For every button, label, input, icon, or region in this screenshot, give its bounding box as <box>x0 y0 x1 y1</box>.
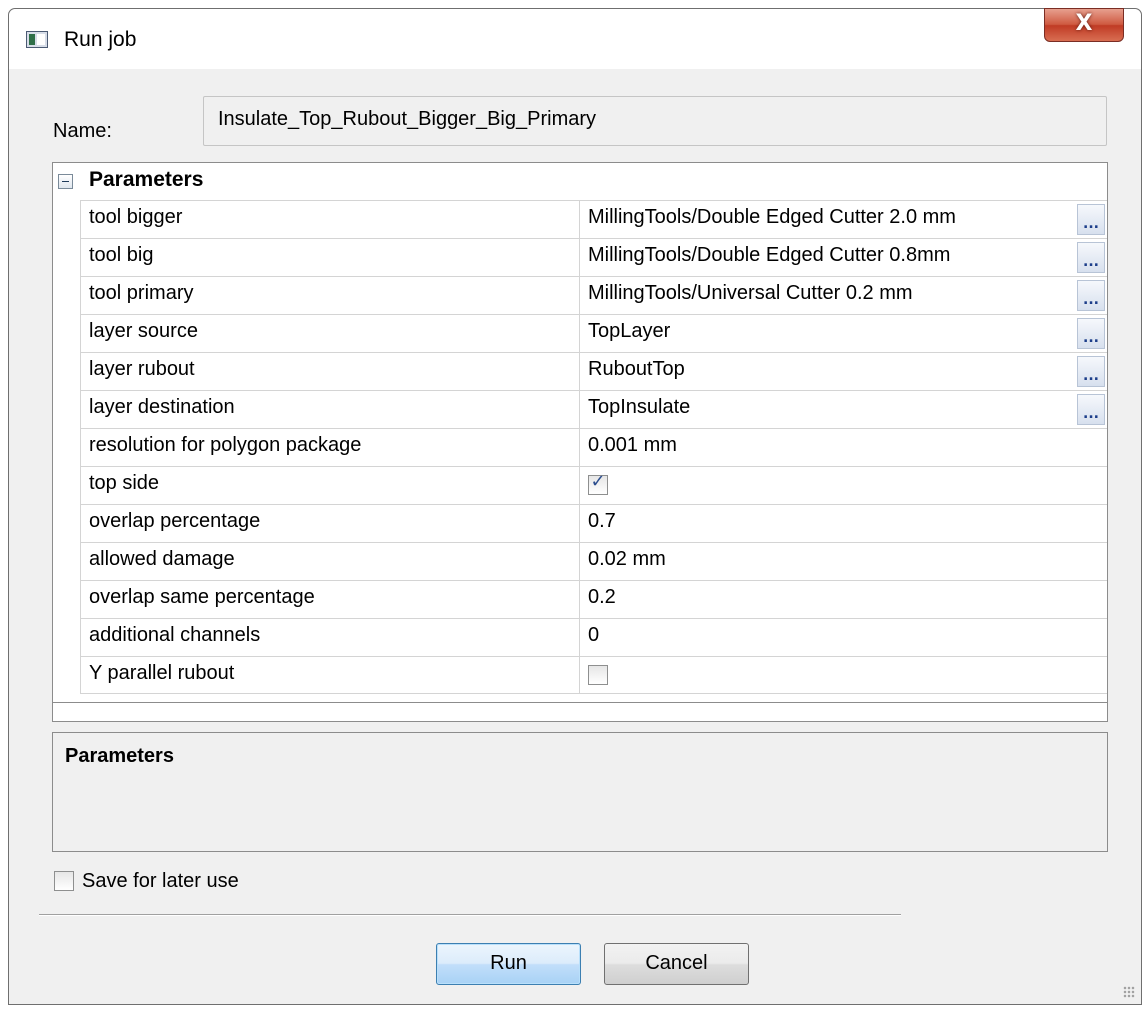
save-for-later-label[interactable]: Save for later use <box>82 870 239 893</box>
name-label: Name: <box>53 120 112 142</box>
browse-button[interactable]: ... <box>1077 356 1105 387</box>
parameter-name: Y parallel rubout <box>80 657 580 694</box>
parameters-group-header: Parameters <box>53 163 1107 200</box>
name-field[interactable]: Insulate_Top_Rubout_Bigger_Big_Primary <box>203 96 1107 146</box>
parameter-name: allowed damage <box>80 543 580 580</box>
title-bar: Run job X <box>9 8 1141 69</box>
parameter-row-y-parallel-rubout[interactable]: Y parallel rubout <box>80 656 1107 694</box>
checkmark-icon: ✓ <box>590 471 606 492</box>
parameter-value[interactable]: 0 <box>580 619 1107 656</box>
parameter-name: layer destination <box>80 391 580 428</box>
parameter-value[interactable]: MillingTools/Double Edged Cutter 2.0 mm <box>580 201 1107 238</box>
parameter-value[interactable]: TopLayer <box>580 315 1107 352</box>
parameter-value[interactable]: 0.7 <box>580 505 1107 542</box>
parameters-group-title: Parameters <box>89 168 204 191</box>
parameter-value <box>580 657 1107 694</box>
description-panel: Parameters <box>52 732 1108 852</box>
browse-button[interactable]: ... <box>1077 204 1105 235</box>
parameter-rows: tool bigger MillingTools/Double Edged Cu… <box>80 200 1107 694</box>
parameter-row-tool-bigger[interactable]: tool bigger MillingTools/Double Edged Cu… <box>80 200 1107 238</box>
browse-button[interactable]: ... <box>1077 394 1105 425</box>
parameter-name: tool big <box>80 239 580 276</box>
parameter-value: ✓ <box>580 467 1107 504</box>
separator <box>39 914 901 916</box>
parameter-row-tool-primary[interactable]: tool primary MillingTools/Universal Cutt… <box>80 276 1107 314</box>
close-button[interactable]: X <box>1044 8 1124 42</box>
parameters-table: Parameters tool bigger MillingTools/Doub… <box>52 162 1108 722</box>
parameter-value[interactable]: 0.001 mm <box>580 429 1107 466</box>
parameter-row-overlap-same-percentage[interactable]: overlap same percentage 0.2 <box>80 580 1107 618</box>
parameter-value[interactable]: MillingTools/Double Edged Cutter 0.8mm <box>580 239 1107 276</box>
window-title: Run job <box>64 28 137 51</box>
parameter-row-resolution[interactable]: resolution for polygon package 0.001 mm <box>80 428 1107 466</box>
parameter-name: overlap percentage <box>80 505 580 542</box>
parameter-row-top-side[interactable]: top side ✓ <box>80 466 1107 504</box>
parameter-value[interactable]: 0.02 mm <box>580 543 1107 580</box>
parameter-row-tool-big[interactable]: tool big MillingTools/Double Edged Cutte… <box>80 238 1107 276</box>
parameter-value[interactable]: 0.2 <box>580 581 1107 618</box>
collapse-icon[interactable] <box>58 174 73 189</box>
top-side-checkbox[interactable]: ✓ <box>588 471 608 495</box>
parameter-row-layer-destination[interactable]: layer destination TopInsulate ... <box>80 390 1107 428</box>
description-title: Parameters <box>65 745 174 767</box>
resize-grip-icon[interactable] <box>1123 986 1135 998</box>
run-button[interactable]: Run <box>436 943 581 985</box>
y-parallel-rubout-checkbox[interactable] <box>588 665 608 685</box>
parameter-value[interactable]: MillingTools/Universal Cutter 0.2 mm <box>580 277 1107 314</box>
parameter-name: top side <box>80 467 580 504</box>
parameter-row-allowed-damage[interactable]: allowed damage 0.02 mm <box>80 542 1107 580</box>
parameter-name: tool bigger <box>80 201 580 238</box>
parameter-row-layer-rubout[interactable]: layer rubout RuboutTop ... <box>80 352 1107 390</box>
table-footer <box>53 702 1107 723</box>
save-for-later-checkbox[interactable] <box>54 871 74 891</box>
parameter-name: layer source <box>80 315 580 352</box>
parameter-name: resolution for polygon package <box>80 429 580 466</box>
close-icon: X <box>1075 11 1093 36</box>
parameter-row-layer-source[interactable]: layer source TopLayer ... <box>80 314 1107 352</box>
parameter-name: layer rubout <box>80 353 580 390</box>
parameter-row-additional-channels[interactable]: additional channels 0 <box>80 618 1107 656</box>
parameter-row-overlap-percentage[interactable]: overlap percentage 0.7 <box>80 504 1107 542</box>
browse-button[interactable]: ... <box>1077 318 1105 349</box>
parameter-value[interactable]: RuboutTop <box>580 353 1107 390</box>
app-icon <box>26 31 48 48</box>
cancel-button[interactable]: Cancel <box>604 943 749 985</box>
parameter-value[interactable]: TopInsulate <box>580 391 1107 428</box>
run-job-dialog: Run job X Name: Insulate_Top_Rubout_Bigg… <box>8 8 1142 1005</box>
parameter-name: overlap same percentage <box>80 581 580 618</box>
parameter-name: additional channels <box>80 619 580 656</box>
browse-button[interactable]: ... <box>1077 242 1105 273</box>
browse-button[interactable]: ... <box>1077 280 1105 311</box>
parameter-name: tool primary <box>80 277 580 314</box>
